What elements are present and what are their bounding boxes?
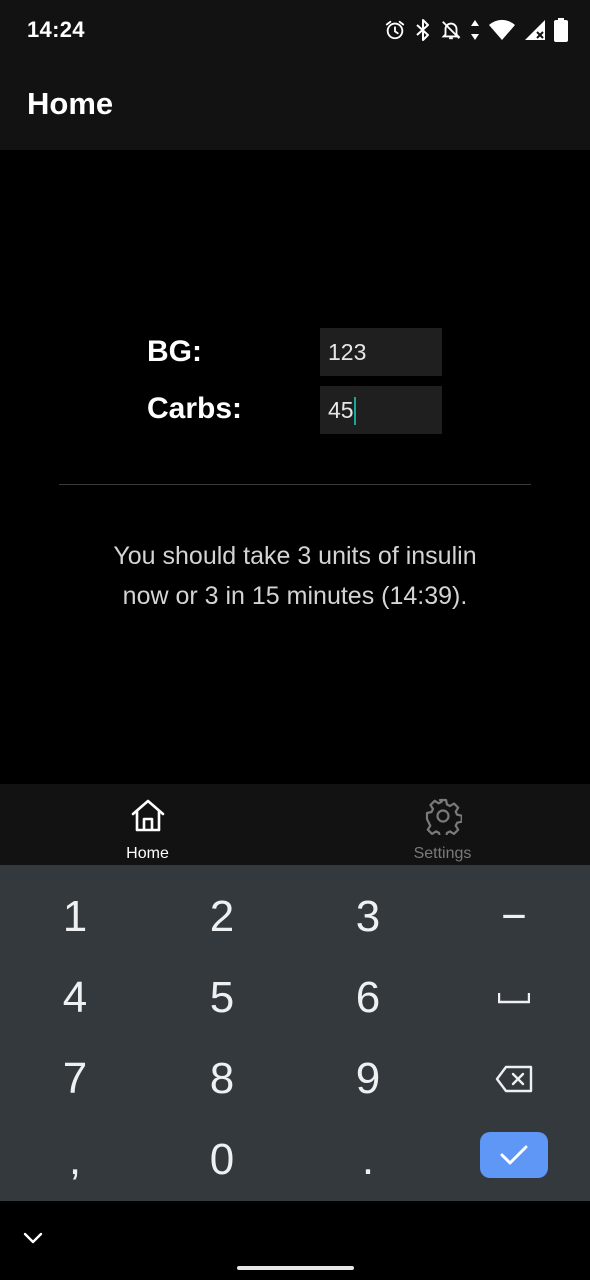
key-7[interactable]: 7 — [2, 1039, 148, 1119]
bottom-nav: Home Settings — [0, 784, 590, 865]
battery-icon — [554, 18, 568, 42]
gesture-handle[interactable] — [237, 1266, 354, 1270]
app-bar: Home — [0, 60, 590, 150]
key-0[interactable]: 0 — [149, 1120, 295, 1200]
numeric-keyboard: 1 2 3 − 4 5 6 7 8 9 , 0 . — [0, 865, 590, 1201]
key-1[interactable]: 1 — [2, 877, 148, 957]
insulin-recommendation: You should take 3 units of insulin now o… — [60, 536, 530, 616]
system-nav-bar — [0, 1201, 590, 1280]
key-minus[interactable]: − — [441, 877, 587, 957]
bluetooth-icon — [416, 19, 429, 41]
bg-input[interactable] — [320, 328, 442, 376]
backspace-icon — [495, 1065, 533, 1093]
nav-label-settings: Settings — [413, 845, 472, 862]
key-8[interactable]: 8 — [149, 1039, 295, 1119]
nav-item-home[interactable]: Home — [0, 784, 295, 865]
alarm-icon — [385, 20, 405, 40]
text-cursor — [354, 397, 356, 425]
key-space[interactable] — [441, 958, 587, 1038]
key-2[interactable]: 2 — [149, 877, 295, 957]
space-icon — [498, 993, 530, 1004]
status-icons: 4 — [384, 17, 568, 43]
chevron-down-icon[interactable] — [22, 1231, 44, 1245]
status-time: 14:24 — [27, 17, 85, 42]
check-icon — [500, 1145, 528, 1165]
nav-item-settings[interactable]: Settings — [295, 784, 590, 865]
home-icon — [131, 799, 165, 832]
notifications-off-icon — [441, 21, 461, 40]
key-3[interactable]: 3 — [295, 877, 441, 957]
enter-key[interactable] — [480, 1132, 548, 1178]
key-9[interactable]: 9 — [295, 1039, 441, 1119]
cell-signal-icon — [525, 20, 545, 40]
carbs-input[interactable] — [320, 386, 442, 434]
key-period[interactable]: . — [295, 1120, 441, 1200]
status-bar: 14:24 4 — [0, 0, 590, 60]
recommendation-line-1: You should take 3 units of insulin — [113, 542, 477, 570]
network-badge: 4 — [506, 31, 512, 41]
gear-icon — [425, 798, 462, 835]
nav-label-home: Home — [126, 845, 169, 862]
key-backspace[interactable] — [441, 1039, 587, 1119]
divider — [59, 484, 531, 485]
wifi-icon: 4 — [489, 19, 515, 41]
data-arrows-icon — [471, 20, 479, 40]
recommendation-line-2: now or 3 in 15 minutes (14:39). — [122, 582, 468, 610]
main-content: BG: Carbs: You should take 3 units of in… — [0, 150, 590, 784]
key-5[interactable]: 5 — [149, 958, 295, 1038]
key-comma[interactable]: , — [2, 1120, 148, 1200]
page-title: Home — [27, 86, 114, 121]
key-6[interactable]: 6 — [295, 958, 441, 1038]
bg-label: BG: — [147, 335, 202, 368]
carbs-label: Carbs: — [147, 392, 243, 425]
key-4[interactable]: 4 — [2, 958, 148, 1038]
